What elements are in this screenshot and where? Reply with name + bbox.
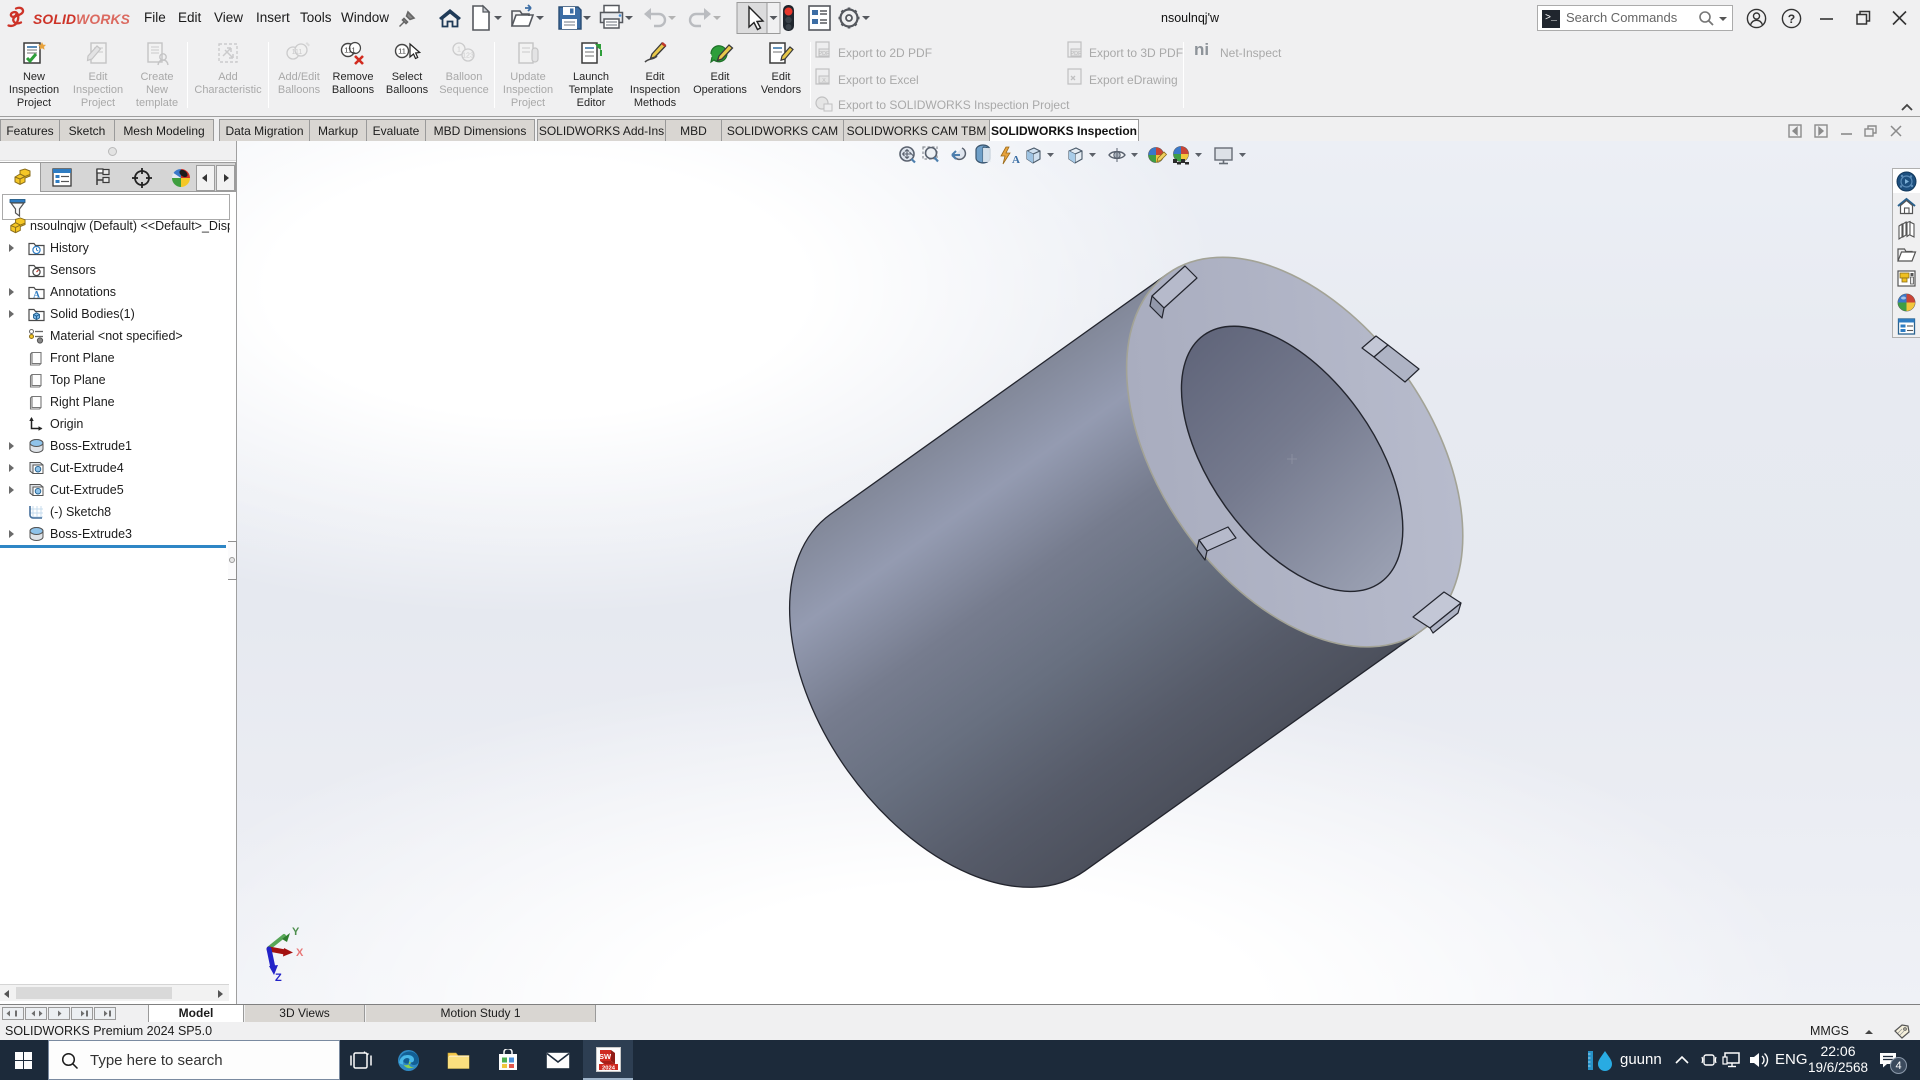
svg-text:A: A [33, 291, 40, 301]
svg-text:PDF: PDF [1071, 51, 1083, 57]
svg-text:SW: SW [599, 1052, 612, 1061]
svg-text:SOLIDWORKS: SOLIDWORKS [33, 12, 131, 27]
svg-text:111: 111 [292, 49, 303, 56]
svg-text:A: A [1012, 154, 1020, 166]
svg-text:X: X [822, 78, 826, 84]
svg-text:Z: Z [275, 972, 282, 984]
svg-text:X: X [296, 947, 304, 959]
svg-text:2024: 2024 [602, 1065, 616, 1071]
svg-text:123: 123 [462, 53, 474, 60]
svg-text:?: ? [1788, 12, 1795, 26]
svg-text:111: 111 [344, 46, 355, 55]
svg-text:1: 1 [457, 47, 461, 54]
svg-text:11: 11 [398, 47, 406, 56]
svg-text:PDF: PDF [819, 51, 831, 57]
svg-text:Y: Y [292, 926, 300, 938]
